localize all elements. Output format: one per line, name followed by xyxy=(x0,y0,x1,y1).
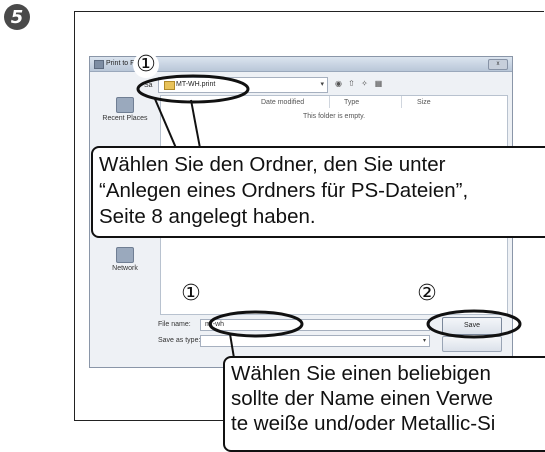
network-icon xyxy=(116,247,134,263)
close-button[interactable]: x xyxy=(488,59,508,70)
chevron-down-icon: ▾ xyxy=(320,81,324,88)
new-folder-icon[interactable]: ✧ xyxy=(360,79,369,88)
callout-line: Wählen Sie einen beliebigen xyxy=(231,362,491,385)
marker-path: ① xyxy=(133,52,159,78)
folder-instruction-callout: Wählen Sie den Ordner, den Sie unter “An… xyxy=(91,146,545,238)
folder-icon xyxy=(164,81,175,90)
place-label: Recent Places xyxy=(102,115,148,122)
column-size[interactable]: Size xyxy=(417,99,431,106)
chevron-down-icon: ▾ xyxy=(422,338,426,344)
step-number-badge: 5 xyxy=(4,4,30,30)
file-name-input[interactable]: mt-wh xyxy=(200,319,430,331)
save-button[interactable]: Save xyxy=(442,317,502,335)
place-label: Network xyxy=(112,265,138,272)
column-date-modified[interactable]: Date modified xyxy=(261,99,304,106)
column-separator xyxy=(401,96,402,108)
recent-places-icon xyxy=(116,97,134,113)
save-as-type-label: Save as type: xyxy=(158,337,201,344)
current-folder-path: MT-WH.print xyxy=(176,81,216,88)
marker-filename: ① xyxy=(178,281,204,307)
save-as-type-select[interactable]: ▾ xyxy=(200,335,430,347)
column-type[interactable]: Type xyxy=(344,99,359,106)
callout-line: te weiße und/oder Metallic-Si xyxy=(231,412,496,435)
printer-icon xyxy=(94,60,104,69)
column-separator xyxy=(329,96,330,108)
save-in-label: Sa xyxy=(144,82,153,89)
callout-line: “Anlegen eines Ordners für PS-Dateien”, xyxy=(99,179,469,202)
cancel-button[interactable] xyxy=(442,336,502,352)
view-menu-icon[interactable]: ▦ xyxy=(374,79,383,88)
up-folder-icon[interactable]: ⇧ xyxy=(347,79,356,88)
callout-line: Seite 8 angelegt haben. xyxy=(99,205,316,228)
callout-line: sollte der Name einen Verwe xyxy=(231,387,494,410)
marker-save: ② xyxy=(414,281,440,307)
save-in-dropdown[interactable]: MT-WH.print ▾ xyxy=(158,77,328,93)
callout-line: Wählen Sie den Ordner, den Sie unter xyxy=(99,153,446,176)
place-recent[interactable]: Recent Places xyxy=(94,97,156,122)
file-name-label: File name: xyxy=(158,321,191,328)
filename-instruction-callout: Wählen Sie einen beliebigen sollte der N… xyxy=(223,356,545,452)
place-network[interactable]: Network xyxy=(94,247,156,272)
empty-folder-message: This folder is empty. xyxy=(302,113,366,120)
back-icon[interactable]: ◉ xyxy=(334,79,343,88)
